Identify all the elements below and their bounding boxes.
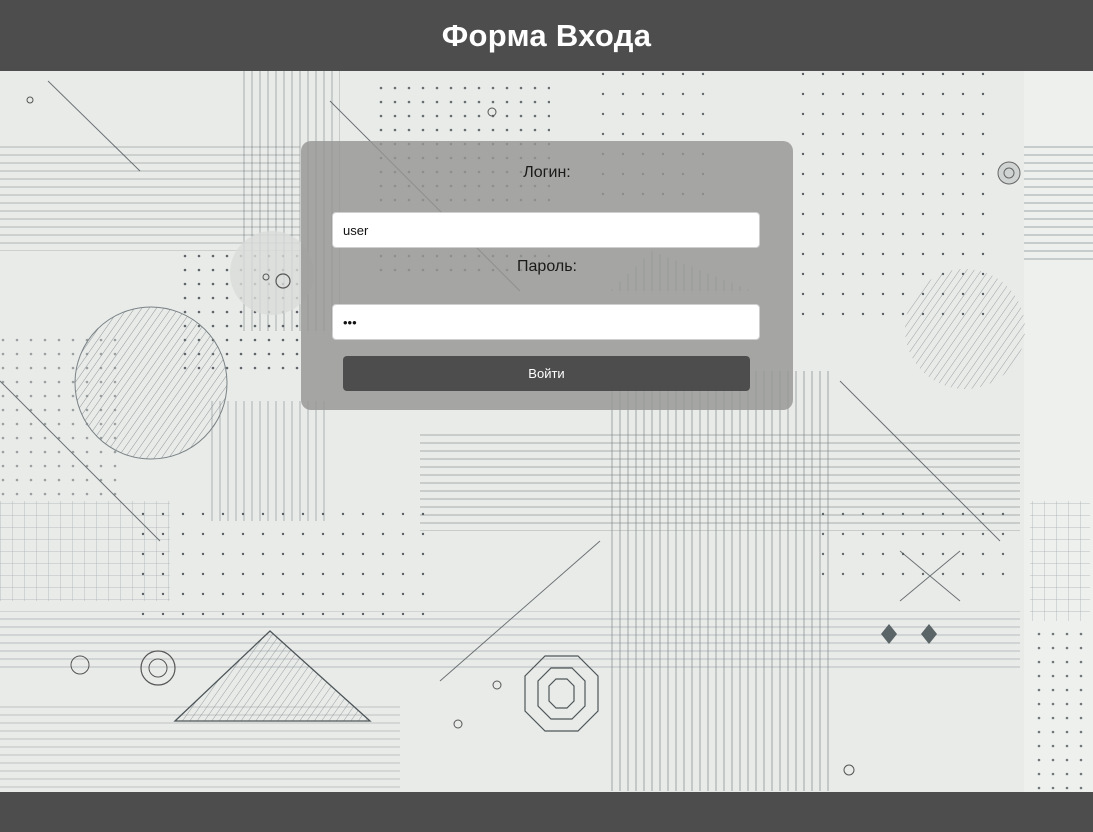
login-button[interactable]: Войти [343, 356, 750, 391]
page-title: Форма Входа [441, 17, 652, 53]
login-form: Логин: Пароль: Войти [301, 141, 793, 410]
password-label: Пароль: [517, 258, 577, 275]
login-input[interactable] [332, 212, 760, 248]
page-header: Форма Входа [0, 0, 1093, 71]
login-label: Логин: [523, 164, 571, 181]
page-footer [0, 792, 1093, 832]
password-input[interactable] [332, 304, 760, 340]
